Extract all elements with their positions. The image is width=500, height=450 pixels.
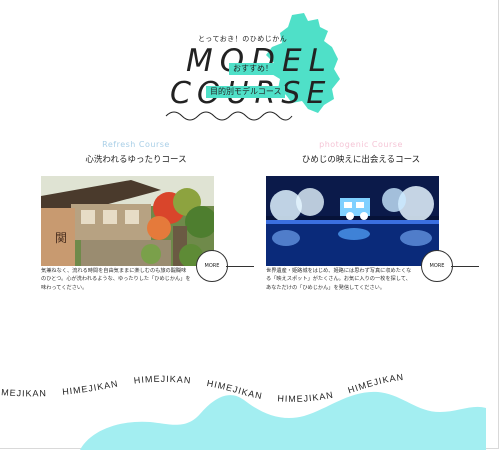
marquee-word: HIMEJIKAN [133, 374, 192, 386]
more-button-line [226, 266, 254, 267]
course-title-en: photogenic Course [319, 140, 403, 149]
footer-section: HIMEJIKAN HIMEJIKAN HIMEJIKAN HIMEJIKAN … [0, 360, 500, 450]
footer-wave-decoration: HIMEJIKAN HIMEJIKAN HIMEJIKAN HIMEJIKAN … [0, 372, 486, 450]
course-description: 気兼ねなく、流れる時間を自由気ままに楽しむのも旅の醍醐味のひとつ。心が洗われるよ… [41, 268, 191, 291]
badge-purpose: 目的別モデルコース [206, 86, 286, 98]
squiggle-decoration [165, 111, 293, 121]
more-button[interactable]: MORE [196, 250, 228, 282]
marquee-word: HIMEJIKAN [277, 390, 334, 404]
course-photo-refresh[interactable]: 関 [41, 176, 214, 266]
marquee-word: HIMEJIKAN [62, 378, 119, 397]
garden-house-photo: 関 [41, 176, 214, 266]
more-button[interactable]: MORE [421, 250, 453, 282]
svg-text:関: 関 [55, 231, 67, 245]
more-button-line [451, 266, 479, 267]
hero-section: とっておき！のひめじかん MODEL COURSE おすすめ！ 目的別モデルコー… [0, 0, 500, 130]
course-card-refresh[interactable]: Refresh Course 心洗われるゆったりコース 関 MORE 気兼ねなく… [41, 140, 254, 291]
illuminated-night-photo [266, 176, 439, 266]
course-description: 世界遺産・姫路城をはじめ、姫路には思わず写真に収めたくなる「映えスポット」がたく… [266, 268, 412, 291]
course-title-ja: 心洗われるゆったりコース [85, 155, 187, 165]
course-title-ja: ひめじの映えに出会えるコース [301, 155, 421, 165]
badge-recommended: おすすめ！ [229, 63, 277, 75]
course-card-photogenic[interactable]: photogenic Course ひめじの映えに出会えるコース MORE 世界… [266, 140, 479, 291]
marquee-word: HIMEJIKAN [0, 386, 47, 398]
course-title-en: Refresh Course [102, 140, 170, 149]
course-photo-photogenic[interactable] [266, 176, 439, 266]
